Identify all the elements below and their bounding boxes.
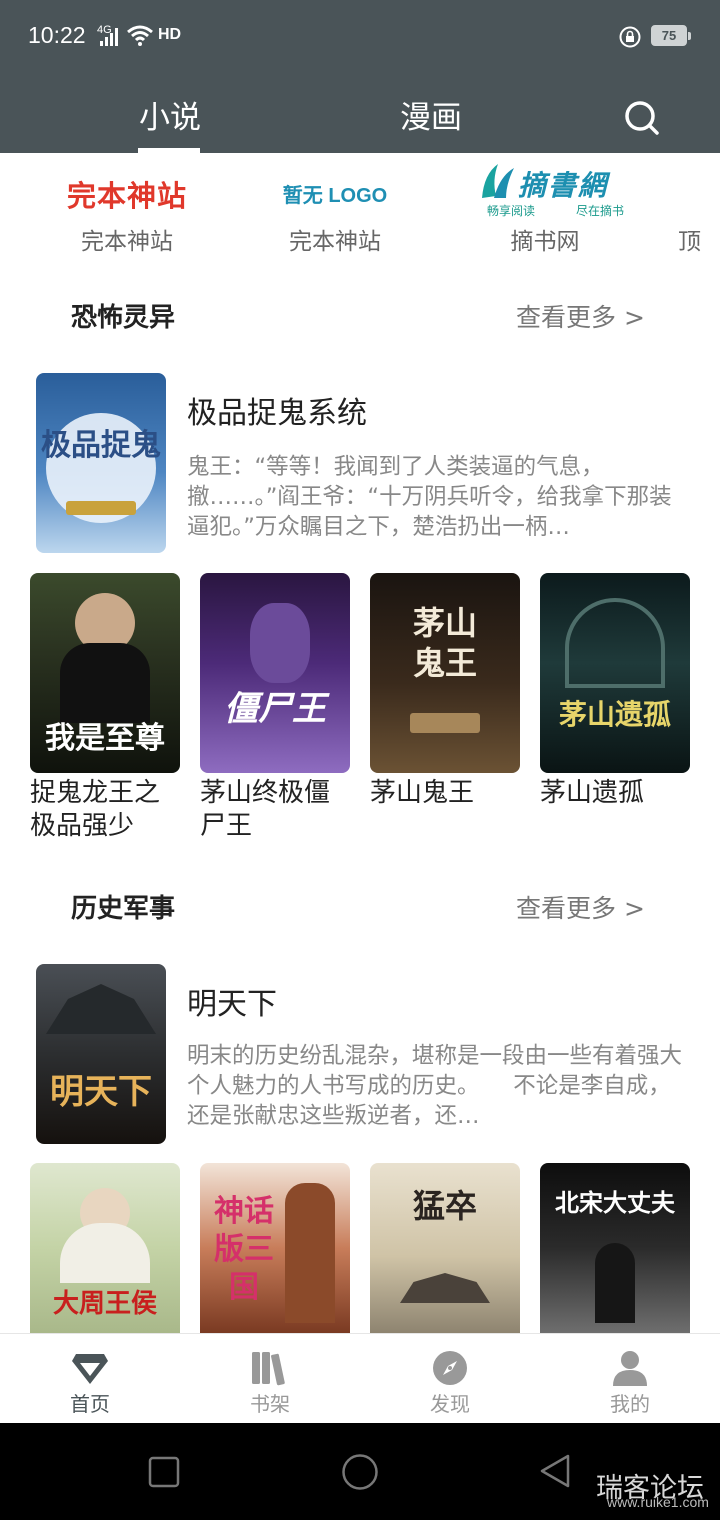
tab-novel[interactable]: 小说 [139,92,201,137]
book-card[interactable]: 我是至尊 捉鬼龙王之极品强少 [30,573,180,843]
book-cover: 猛卒 [370,1163,520,1333]
nav-label: 书架 [250,1392,290,1416]
book-cover: 茅山鬼王 [370,573,520,773]
book-card[interactable]: 茅山遗孤 茅山遗孤 [540,573,690,810]
section-title: 恐怖灵异 [71,303,176,333]
featured-book-cover[interactable]: 明天下 [36,964,166,1144]
nav-discover[interactable]: 发现 [360,1334,540,1424]
book-card[interactable]: 僵尸王 茅山终极僵尸王 [200,573,350,843]
see-more-link[interactable]: 查看更多 > [516,889,645,925]
nav-home[interactable]: 首页 [0,1334,180,1424]
site-label: 完本神站 [289,229,381,255]
featured-book-title[interactable]: 明天下 [187,979,277,1023]
home-diamond-icon [72,1354,108,1384]
see-more-link[interactable]: 查看更多 > [516,298,645,334]
book-title: 茅山遗孤 [540,778,645,808]
home-circle-icon[interactable] [341,1453,379,1491]
book-cover: 北宋大丈夫 [540,1163,690,1333]
nav-label: 我的 [610,1392,650,1416]
signal-icon [100,27,122,46]
nav-label: 发现 [430,1392,470,1416]
book-card[interactable]: 茅山鬼王 茅山鬼王 [370,573,520,810]
book-title: 茅山鬼王 [370,778,475,808]
bookshelf-icon [252,1352,285,1386]
search-icon[interactable] [622,98,662,138]
site-label[interactable]: 顶 [678,222,701,256]
site-item[interactable]: 暂无 LOGO 完本神站 [240,160,430,260]
site-item[interactable]: 完本神站 完本神站 [32,160,222,260]
status-time: 10:22 [28,22,86,48]
back-triangle-icon[interactable] [538,1453,572,1489]
nav-label: 首页 [70,1392,110,1416]
featured-book-title[interactable]: 极品捉鬼系统 [187,388,367,432]
book-cover: 神话版三国 [200,1163,350,1333]
book-card[interactable]: 神话版三国 [200,1163,350,1337]
wifi-icon [127,25,153,46]
tab-comic[interactable]: 漫画 [400,92,462,137]
nav-bookshelf[interactable]: 书架 [180,1334,360,1424]
active-tab-indicator [138,148,200,153]
featured-book-description: 鬼王：“等等！我闻到了人类装逼的气息，撤……。”阎王爷：“十万阴兵听令，给我拿下… [187,454,672,540]
watermark-url: www.ruike1.com [607,1494,709,1510]
book-cover: 我是至尊 [30,573,180,773]
site-item[interactable]: 摘書網 畅享阅读 尽在摘书 摘书网 [450,160,640,260]
book-title: 捉鬼龙王之极品强少 [30,778,161,841]
app-header: 10:22 4G HD 75 小说 漫画 [0,0,720,153]
site-logo: 暂无 LOGO [282,185,388,207]
compass-icon [433,1351,467,1385]
site-logo: 完本神站 [66,179,187,213]
featured-book-cover[interactable]: 极品捉鬼 [36,373,166,553]
section-title: 历史军事 [71,894,176,924]
book-card[interactable]: 大周王侯 [30,1163,180,1337]
book-title: 茅山终极僵尸王 [200,778,331,841]
site-logo: 摘書網 畅享阅读 尽在摘书 [450,160,640,218]
rotation-lock-icon [619,26,641,48]
profile-icon [613,1351,647,1386]
status-bar: 10:22 4G HD 75 [0,0,720,76]
site-label: 完本神站 [81,229,173,255]
recents-square-icon[interactable] [148,1456,180,1488]
book-cover: 大周王侯 [30,1163,180,1333]
featured-book-description: 明末的历史纷乱混杂，堪称是一段由一些有着强大个人魅力的人书写成的历史。 不论是李… [187,1043,683,1129]
battery-indicator: 75 [651,25,691,46]
nav-profile[interactable]: 我的 [540,1334,720,1424]
book-card[interactable]: 猛卒 [370,1163,520,1337]
site-label: 摘书网 [510,229,580,255]
hd-indicator: HD [158,26,182,43]
book-cover: 僵尸王 [200,573,350,773]
book-card[interactable]: 北宋大丈夫 [540,1163,690,1337]
leaf-logo-icon [482,164,514,198]
book-cover: 茅山遗孤 [540,573,690,773]
bottom-navigation: 首页 书架 发现 我的 [0,1333,720,1423]
